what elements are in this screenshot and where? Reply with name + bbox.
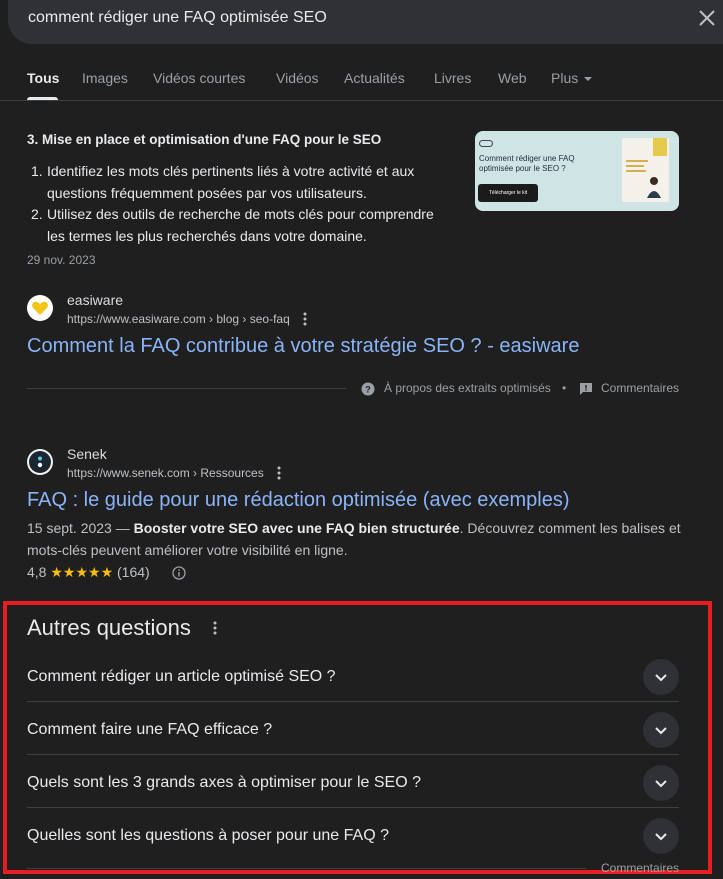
list-item-number: 2. <box>31 206 43 222</box>
divider <box>27 701 679 702</box>
tab-more[interactable]: Plus <box>551 70 593 86</box>
featured-snippet-heading: 3. Mise en place et optimisation d'une F… <box>27 132 382 147</box>
tab-videos[interactable]: Vidéos <box>276 70 319 86</box>
site-url[interactable]: https://www.senek.com › Ressources <box>67 466 264 480</box>
paa-question[interactable]: Comment rédiger un article optimisé SEO … <box>27 654 679 707</box>
list-item-text: Identifiez les mots clés pertinents liés… <box>47 163 415 201</box>
result-snippet: 15 sept. 2023 — Booster votre SEO avec u… <box>27 517 687 561</box>
senek-logo-icon <box>29 451 51 473</box>
paa-question-text: Quels sont les 3 grands axes à optimiser… <box>27 774 421 791</box>
paa-question-text: Comment faire une FAQ efficace ? <box>27 721 273 738</box>
paa-question-text: Comment rédiger un article optimisé SEO … <box>27 668 336 685</box>
search-bar[interactable]: comment rédiger une FAQ optimisée SEO <box>8 0 723 44</box>
result-title-link[interactable]: FAQ : le guide pour une rédaction optimi… <box>27 489 570 512</box>
divider <box>27 754 679 755</box>
thumbnail-book-cover <box>622 138 669 202</box>
easiware-logo[interactable] <box>27 295 53 321</box>
featured-snippet-list: 1. Identifiez les mots clés pertinents li… <box>27 161 452 247</box>
thumbnail-title: Comment rédiger une FAQ optimisée pour l… <box>479 154 575 173</box>
paa-title: Autres questions <box>27 615 191 640</box>
divider <box>27 807 679 808</box>
help-icon[interactable]: ? <box>361 382 375 396</box>
snippet-date: 15 sept. 2023 — <box>27 520 134 536</box>
featured-snippet-date: 29 nov. 2023 <box>27 253 96 267</box>
thumbnail-badge <box>479 140 493 147</box>
more-options-icon[interactable] <box>303 312 307 326</box>
more-options-icon[interactable] <box>213 621 217 635</box>
book-text-line <box>626 170 646 172</box>
site-url[interactable]: https://www.easiware.com › blog › seo-fa… <box>67 312 290 326</box>
book-text-line <box>626 160 648 162</box>
book-text-line <box>626 165 644 167</box>
tabs-divider <box>0 100 723 101</box>
info-icon[interactable] <box>172 566 186 580</box>
tab-web[interactable]: Web <box>498 70 527 86</box>
feedback-link[interactable]: Commentaires <box>601 861 679 875</box>
tab-more-label: Plus <box>551 70 579 86</box>
rating-value: 4,8 <box>27 564 47 580</box>
chevron-down-icon <box>655 780 667 788</box>
list-item-number: 1. <box>31 163 43 179</box>
senek-logo[interactable] <box>27 449 53 475</box>
svg-text:?: ? <box>365 385 371 395</box>
paa-question[interactable]: Quels sont les 3 grands axes à optimiser… <box>27 760 679 813</box>
tab-short-videos[interactable]: Vidéos courtes <box>153 70 245 86</box>
chevron-down-icon <box>584 77 593 82</box>
tab-images[interactable]: Images <box>82 70 128 86</box>
separator: • <box>562 381 567 395</box>
paa-question[interactable]: Comment faire une FAQ efficace ? <box>27 707 679 760</box>
rating-count: (164) <box>117 564 150 580</box>
expand-button[interactable] <box>643 659 679 695</box>
thumbnail-download-button: Télécharger le kit <box>478 184 538 202</box>
site-name[interactable]: easiware <box>67 292 123 308</box>
chevron-down-icon <box>655 833 667 841</box>
expand-button[interactable] <box>643 765 679 801</box>
paa-question-text: Quelles sont les questions à poser pour … <box>27 827 389 844</box>
expand-button[interactable] <box>643 712 679 748</box>
person-icon <box>647 177 661 198</box>
list-item-text: Utilisez des outils de recherche de mots… <box>47 206 434 244</box>
book-accent <box>653 138 667 156</box>
chevron-down-icon <box>655 727 667 735</box>
tab-news[interactable]: Actualités <box>344 70 405 86</box>
chevron-down-icon <box>655 674 667 682</box>
star-icons: ★★★★★ <box>50 564 114 580</box>
snippet-highlight: Booster votre SEO avec une FAQ bien stru… <box>133 520 460 536</box>
feedback-icon[interactable] <box>579 382 593 396</box>
divider <box>27 868 587 869</box>
site-name[interactable]: Senek <box>67 446 107 462</box>
tab-all[interactable]: Tous <box>27 70 59 86</box>
result-title-link[interactable]: Comment la FAQ contribue à votre stratég… <box>27 335 579 358</box>
search-input[interactable]: comment rédiger une FAQ optimisée SEO <box>28 9 327 27</box>
list-item: 2. Utilisez des outils de recherche de mo… <box>27 204 452 247</box>
more-options-icon[interactable] <box>277 466 281 480</box>
about-snippets-link[interactable]: À propos des extraits optimisés <box>384 381 551 395</box>
featured-snippet-thumbnail[interactable]: Comment rédiger une FAQ optimisée pour l… <box>475 131 679 211</box>
feedback-link[interactable]: Commentaires <box>601 381 679 395</box>
heart-icon <box>32 301 48 315</box>
rating: 4,8 ★★★★★ (164) <box>27 564 150 581</box>
list-item: 1. Identifiez les mots clés pertinents li… <box>27 161 452 204</box>
close-icon[interactable] <box>696 7 718 29</box>
expand-button[interactable] <box>643 818 679 854</box>
divider <box>27 388 347 389</box>
paa-question[interactable]: Quelles sont les questions à poser pour … <box>27 813 679 866</box>
tab-books[interactable]: Livres <box>434 70 471 86</box>
